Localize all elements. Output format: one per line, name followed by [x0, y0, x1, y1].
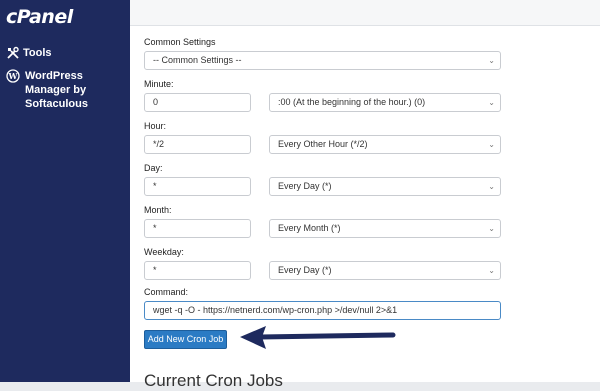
chevron-down-icon: ⌄	[488, 140, 495, 149]
add-new-cron-job-button[interactable]: Add New Cron Job	[144, 330, 227, 349]
chevron-down-icon: ⌄	[488, 182, 495, 191]
common-settings-label: Common Settings	[144, 37, 216, 47]
minute-label: Minute:	[144, 79, 174, 89]
month-select-value: Every Month (*)	[278, 223, 341, 233]
day-input[interactable]: *	[144, 177, 251, 196]
weekday-select[interactable]: Every Day (*) ⌄	[269, 261, 501, 280]
sidebar-item-label: Tools	[23, 47, 52, 59]
current-cron-jobs-heading: Current Cron Jobs	[144, 371, 283, 390]
common-settings-select[interactable]: -- Common Settings -- ⌄	[144, 51, 501, 70]
weekday-input[interactable]: *	[144, 261, 251, 280]
month-input[interactable]: *	[144, 219, 251, 238]
day-label: Day:	[144, 163, 163, 173]
hour-label: Hour:	[144, 121, 167, 131]
day-select[interactable]: Every Day (*) ⌄	[269, 177, 501, 196]
minute-select[interactable]: :00 (At the beginning of the hour.) (0) ⌄	[269, 93, 501, 112]
minute-input[interactable]: 0	[144, 93, 251, 112]
day-select-value: Every Day (*)	[278, 181, 332, 191]
hour-input[interactable]: */2	[144, 135, 251, 154]
sidebar-item-label: WordPress Manager by Softaculous	[25, 70, 88, 110]
cpanel-logo[interactable]: cPanel	[6, 6, 73, 28]
command-input[interactable]: wget -q -O - https://netnerd.com/wp-cron…	[144, 301, 501, 320]
sidebar-item-tools[interactable]: Tools	[6, 46, 52, 60]
chevron-down-icon: ⌄	[488, 224, 495, 233]
chevron-down-icon: ⌄	[488, 266, 495, 275]
month-label: Month:	[144, 205, 172, 215]
command-label: Command:	[144, 287, 189, 297]
svg-text:W: W	[8, 71, 19, 81]
tools-icon	[7, 46, 19, 59]
minute-select-value: :00 (At the beginning of the hour.) (0)	[278, 97, 426, 107]
weekday-select-value: Every Day (*)	[278, 265, 332, 275]
weekday-label: Weekday:	[144, 247, 184, 257]
hour-select-value: Every Other Hour (*/2)	[278, 139, 368, 149]
top-bar	[130, 0, 600, 26]
sidebar: cPanel Tools W WordPress Manager by Soft…	[0, 0, 130, 382]
month-select[interactable]: Every Month (*) ⌄	[269, 219, 501, 238]
sidebar-item-wordpress-manager[interactable]: W WordPress Manager by Softaculous	[6, 69, 128, 110]
chevron-down-icon: ⌄	[488, 98, 495, 107]
common-settings-value: -- Common Settings --	[153, 55, 242, 65]
hour-select[interactable]: Every Other Hour (*/2) ⌄	[269, 135, 501, 154]
wordpress-icon: W	[6, 69, 20, 83]
chevron-down-icon: ⌄	[488, 56, 495, 65]
annotation-arrow-icon	[240, 326, 396, 349]
